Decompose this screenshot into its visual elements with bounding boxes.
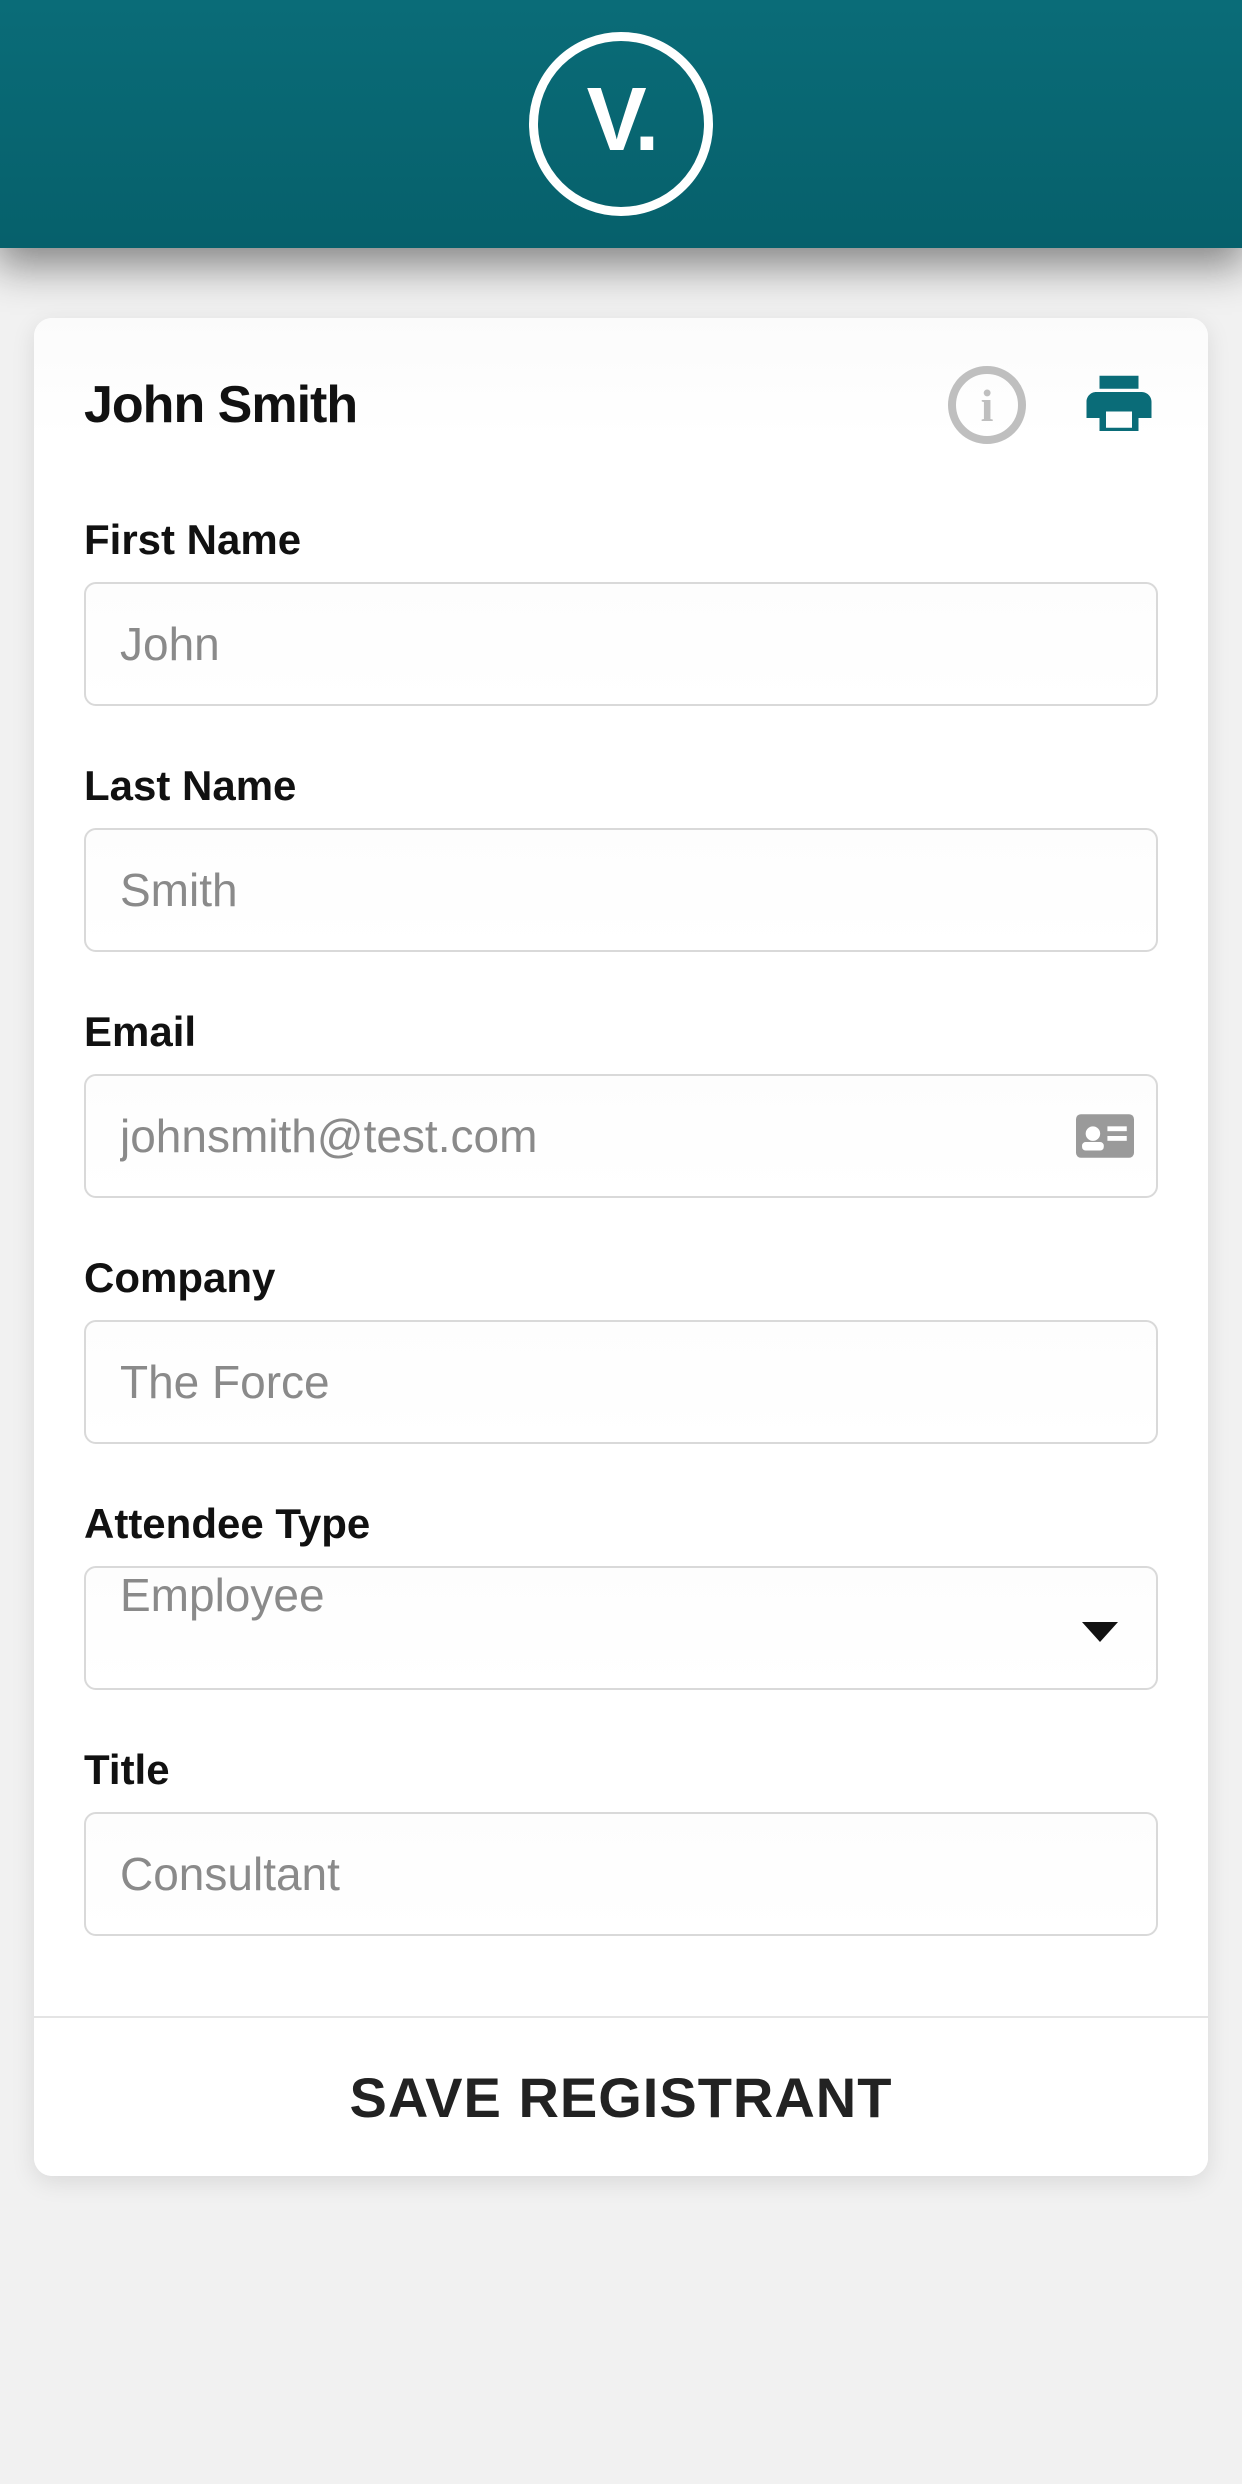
registrant-card: John Smith i First Name Last Name <box>34 318 1208 2176</box>
field-company: Company <box>84 1254 1158 1444</box>
registrant-name-heading: John Smith <box>84 375 357 435</box>
printer-icon[interactable] <box>1080 366 1158 444</box>
brand-logo: V. <box>529 32 713 216</box>
input-email[interactable] <box>84 1074 1158 1198</box>
brand-logo-text: V. <box>587 75 656 165</box>
contact-card-icon[interactable] <box>1076 1113 1134 1159</box>
field-email: Email <box>84 1008 1158 1198</box>
select-attendee-type[interactable]: Employee <box>84 1566 1158 1690</box>
save-registrant-label: SAVE REGISTRANT <box>350 2065 893 2130</box>
field-attendee-type: Attendee Type Employee <box>84 1500 1158 1690</box>
field-last-name: Last Name <box>84 762 1158 952</box>
label-title: Title <box>84 1746 1158 1794</box>
field-first-name: First Name <box>84 516 1158 706</box>
label-first-name: First Name <box>84 516 1158 564</box>
label-email: Email <box>84 1008 1158 1056</box>
field-title: Title <box>84 1746 1158 1936</box>
input-last-name[interactable] <box>84 828 1158 952</box>
card-header: John Smith i <box>84 366 1158 444</box>
select-attendee-type-value: Employee <box>120 1569 325 1621</box>
save-registrant-button[interactable]: SAVE REGISTRANT <box>34 2016 1208 2176</box>
label-attendee-type: Attendee Type <box>84 1500 1158 1548</box>
input-company[interactable] <box>84 1320 1158 1444</box>
registrant-card-body: John Smith i First Name Last Name <box>34 318 1208 2016</box>
card-header-actions: i <box>948 366 1158 444</box>
input-first-name[interactable] <box>84 582 1158 706</box>
label-company: Company <box>84 1254 1158 1302</box>
label-last-name: Last Name <box>84 762 1158 810</box>
app-header: V. <box>0 0 1242 248</box>
info-icon[interactable]: i <box>948 366 1026 444</box>
input-title[interactable] <box>84 1812 1158 1936</box>
